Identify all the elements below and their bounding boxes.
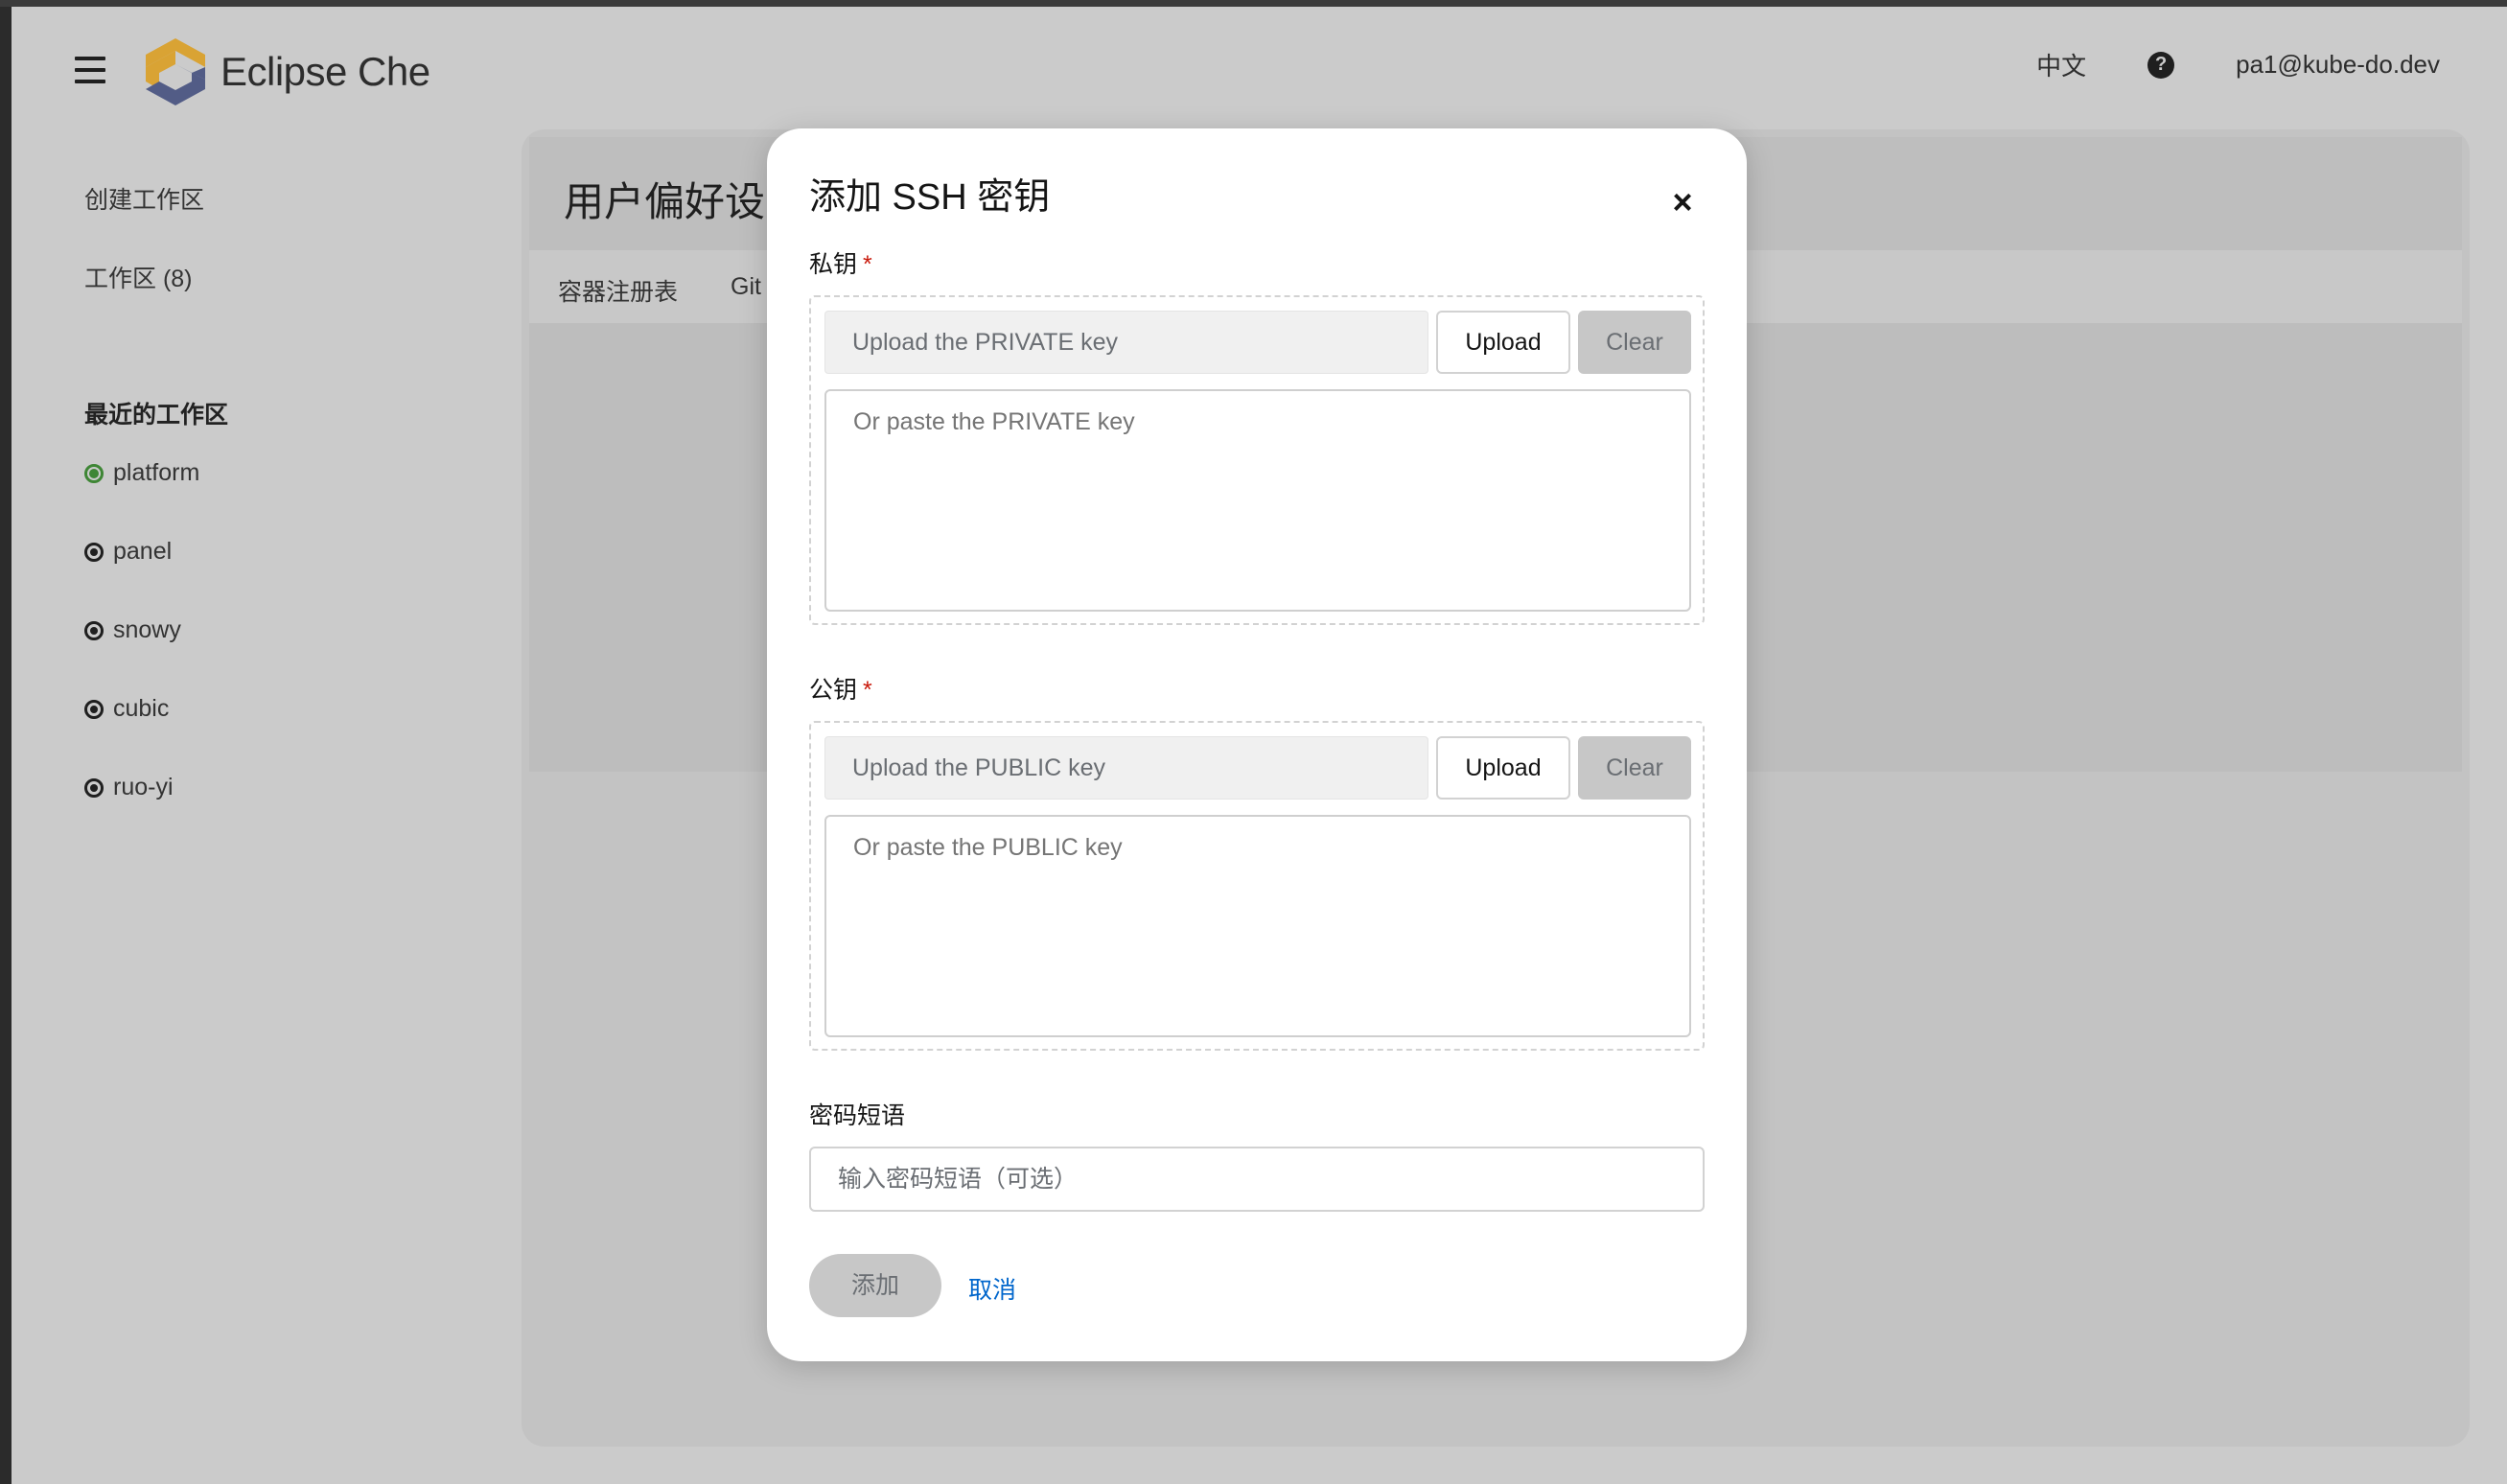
cancel-button[interactable]: 取消 [968,1271,1016,1306]
hamburger-menu-icon[interactable] [75,57,105,85]
help-icon[interactable]: ? [2147,51,2175,79]
window-top-edge [0,0,2507,7]
modal-title: 添加 SSH 密钥 [809,177,1051,218]
brand-logo[interactable]: Eclipse Che [146,34,430,110]
tab-git[interactable]: Git [731,273,761,301]
recent-workspaces-heading: 最近的工作区 [84,402,229,429]
user-menu[interactable]: pa1@kube-do.dev [2236,50,2440,80]
private-key-label: 私钥 * [809,245,872,280]
private-key-paste-textarea[interactable] [824,389,1691,612]
recent-workspace-label: platform [113,459,200,486]
tab-container-registries[interactable]: 容器注册表 [558,273,678,308]
recent-workspace-label: ruo-yi [113,774,174,800]
private-key-clear-button[interactable]: Clear [1578,311,1691,374]
masthead: Eclipse Che 中文 ? pa1@kube-do.dev [12,7,2507,131]
private-key-label-text: 私钥 [809,251,858,278]
recent-workspace-item[interactable]: platform [84,459,199,487]
public-key-label: 公钥 * [809,671,872,706]
eclipse-che-logo-icon [146,38,205,105]
private-key-upload-group: Upload the PRIVATE key Upload Clear [809,295,1705,625]
public-key-filename-field[interactable]: Upload the PUBLIC key [824,736,1428,800]
public-key-label-text: 公钥 [809,677,858,704]
recent-workspace-label: snowy [113,616,181,643]
sidebar-item-create-workspace[interactable]: 创建工作区 [84,181,204,216]
required-mark: * [863,251,872,278]
add-ssh-key-modal: 添加 SSH 密钥 × 私钥 * Upload the PRIVATE key U… [767,128,1747,1361]
public-key-clear-button[interactable]: Clear [1578,736,1691,800]
recent-workspace-label: panel [113,538,173,565]
passphrase-label: 密码短语 [809,1102,906,1129]
page-title: 用户偏好设 [564,179,766,224]
brand-name: Eclipse Che [221,49,430,94]
recent-workspace-label: cubic [113,695,170,722]
workspace-stopped-icon [84,542,104,562]
required-mark: * [863,677,872,704]
masthead-toolbar: 中文 ? pa1@kube-do.dev [2036,47,2440,82]
sidebar: 创建工作区 工作区 (8) 最近的工作区 platform panel snow… [12,131,520,1484]
public-key-upload-group: Upload the PUBLIC key Upload Clear [809,721,1705,1051]
workspace-stopped-icon [84,699,104,719]
workspace-running-icon [84,463,104,483]
recent-workspace-item[interactable]: ruo-yi [84,774,174,801]
recent-workspace-item[interactable]: cubic [84,695,169,723]
workspace-stopped-icon [84,620,104,640]
private-key-upload-button[interactable]: Upload [1436,311,1570,374]
add-button[interactable]: 添加 [809,1254,941,1317]
recent-workspace-item[interactable]: snowy [84,616,181,644]
private-key-filename-field[interactable]: Upload the PRIVATE key [824,311,1428,374]
passphrase-input[interactable]: 输入密码短语（可选） [809,1147,1705,1212]
desktop-edge [0,0,12,1484]
language-switcher[interactable]: 中文 [2036,47,2086,82]
public-key-paste-textarea[interactable] [824,815,1691,1037]
public-key-upload-button[interactable]: Upload [1436,736,1570,800]
close-icon[interactable]: × [1668,185,1697,220]
workspace-stopped-icon [84,777,104,798]
sidebar-item-workspaces[interactable]: 工作区 (8) [84,260,193,294]
recent-workspace-item[interactable]: panel [84,538,172,566]
